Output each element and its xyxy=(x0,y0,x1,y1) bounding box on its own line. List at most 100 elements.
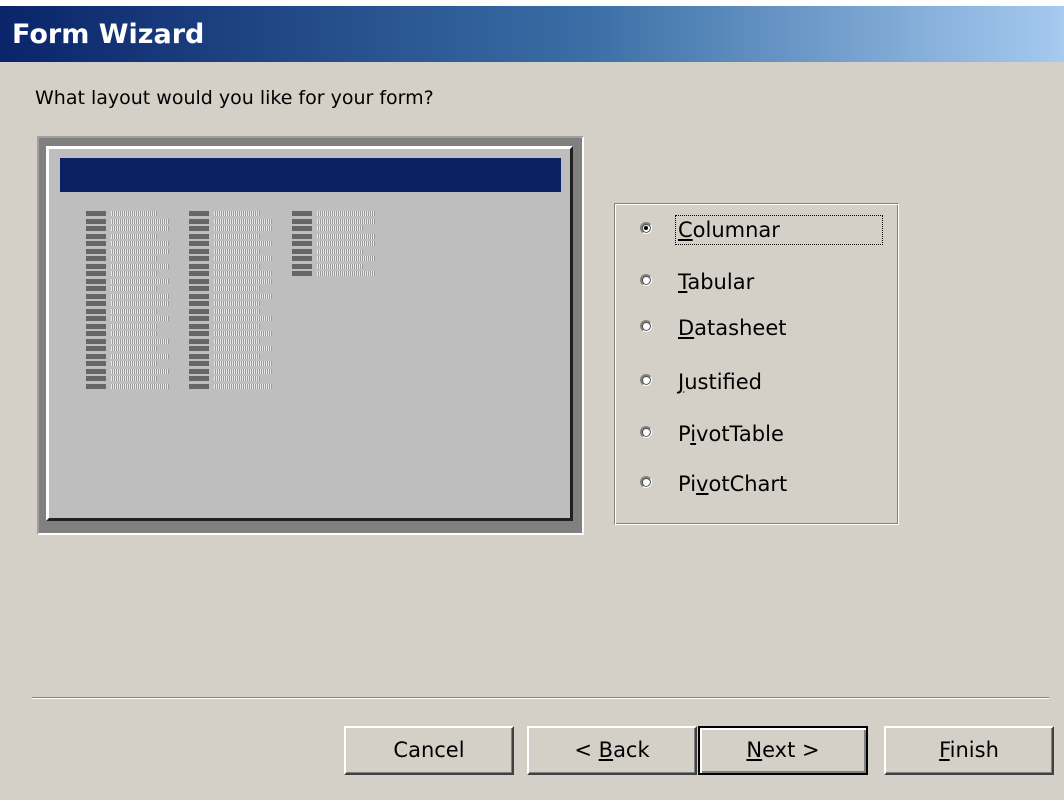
finish-button[interactable]: Finish xyxy=(884,726,1054,775)
preview-field-value xyxy=(317,226,363,231)
radio-label-tabular[interactable]: Tabular xyxy=(676,268,756,296)
preview-field-label xyxy=(86,301,106,306)
preview-field-label xyxy=(86,211,106,216)
layout-options-group: Columnar Tabular Datasheet Justified Piv… xyxy=(614,203,899,525)
preview-field-label xyxy=(189,346,209,351)
preview-field-label xyxy=(292,271,312,276)
preview-field-label xyxy=(86,361,106,366)
preview-field-value xyxy=(214,226,272,231)
radio-label-pivotchart[interactable]: PivotChart xyxy=(676,470,789,498)
radio-button-icon[interactable] xyxy=(640,374,652,386)
preview-field-label xyxy=(189,353,209,359)
preview-field-value xyxy=(317,248,363,254)
preview-field-value xyxy=(214,361,272,366)
preview-field-value xyxy=(111,241,169,246)
radio-datasheet[interactable]: Datasheet xyxy=(640,314,890,346)
preview-field-label xyxy=(86,353,106,359)
preview-field-label xyxy=(86,241,106,246)
window-title: Form Wizard xyxy=(12,19,205,50)
radio-pivottable[interactable]: PivotTable xyxy=(640,420,890,452)
button-separator xyxy=(32,697,1049,699)
radio-label-pivottable[interactable]: PivotTable xyxy=(676,420,786,448)
preview-field-label xyxy=(86,293,106,299)
radio-button-icon[interactable] xyxy=(640,426,652,438)
preview-field-label xyxy=(189,218,209,224)
preview-field-value xyxy=(111,286,157,291)
preview-field-label xyxy=(189,331,209,336)
preview-field-value xyxy=(111,301,169,306)
preview-field-value xyxy=(214,271,272,276)
preview-field-value xyxy=(214,241,272,246)
preview-field-label xyxy=(189,323,209,329)
radio-justified[interactable]: Justified xyxy=(640,368,890,400)
preview-field-label xyxy=(189,376,209,381)
next-button[interactable]: Next > xyxy=(698,726,868,775)
preview-field-label xyxy=(189,308,209,314)
layout-preview xyxy=(37,136,584,535)
preview-field-label xyxy=(189,248,209,254)
preview-field-value xyxy=(214,248,260,254)
preview-field-value xyxy=(317,263,363,269)
preview-field-label xyxy=(86,308,106,314)
preview-field-value xyxy=(214,316,272,321)
radio-button-icon[interactable] xyxy=(640,222,652,234)
radio-tabular[interactable]: Tabular xyxy=(640,268,890,300)
preview-field-value xyxy=(111,263,169,269)
radio-pivotchart[interactable]: PivotChart xyxy=(640,470,890,502)
preview-field-value xyxy=(111,383,169,389)
preview-field-label xyxy=(86,323,106,329)
preview-field-value xyxy=(111,331,157,336)
preview-field-value xyxy=(214,278,272,284)
preview-field-label xyxy=(189,263,209,269)
preview-field-value xyxy=(214,383,272,389)
radio-button-icon[interactable] xyxy=(640,320,652,332)
preview-field-label xyxy=(189,293,209,299)
preview-field-value xyxy=(111,248,169,254)
preview-field-value xyxy=(214,218,272,224)
preview-field-value xyxy=(317,218,375,224)
preview-field-label xyxy=(86,376,106,381)
preview-field-label xyxy=(189,286,209,291)
radio-label-columnar[interactable]: Columnar xyxy=(675,215,883,245)
preview-field-label xyxy=(86,248,106,254)
radio-columnar[interactable]: Columnar xyxy=(640,215,890,248)
radio-button-icon[interactable] xyxy=(640,476,652,488)
preview-field-value xyxy=(214,376,260,381)
preview-field-label xyxy=(189,233,209,239)
preview-field-label xyxy=(86,256,106,261)
preview-field-label xyxy=(189,338,209,344)
preview-field-value xyxy=(214,301,260,306)
preview-field-label xyxy=(292,233,312,239)
back-button[interactable]: < Back xyxy=(527,726,697,775)
preview-field-value xyxy=(214,233,260,239)
preview-field-value xyxy=(111,316,169,321)
radio-button-icon[interactable] xyxy=(640,274,652,286)
preview-field-label xyxy=(86,338,106,344)
preview-field-value xyxy=(317,271,375,276)
preview-field-label xyxy=(86,278,106,284)
cancel-button[interactable]: Cancel xyxy=(344,726,514,775)
preview-field-value xyxy=(111,323,157,329)
preview-field-value xyxy=(214,331,272,336)
preview-field-value xyxy=(111,361,157,366)
preview-field-label xyxy=(292,256,312,261)
preview-field-label xyxy=(292,218,312,224)
preview-field-value xyxy=(317,233,375,239)
preview-field-value xyxy=(317,241,375,246)
preview-field-label xyxy=(189,278,209,284)
preview-field-label xyxy=(86,368,106,374)
preview-field-value xyxy=(111,346,157,351)
radio-label-justified[interactable]: Justified xyxy=(676,368,764,396)
preview-field-label xyxy=(86,271,106,276)
preview-field-label xyxy=(86,331,106,336)
preview-field-value xyxy=(111,256,157,261)
preview-field-label xyxy=(189,211,209,216)
preview-field-label xyxy=(86,226,106,231)
preview-field-label xyxy=(86,233,106,239)
layout-preview-form xyxy=(46,146,573,521)
preview-field-value xyxy=(111,308,157,314)
preview-field-value xyxy=(214,263,260,269)
preview-field-label xyxy=(86,286,106,291)
preview-field-value xyxy=(111,353,169,359)
radio-label-datasheet[interactable]: Datasheet xyxy=(676,314,788,342)
